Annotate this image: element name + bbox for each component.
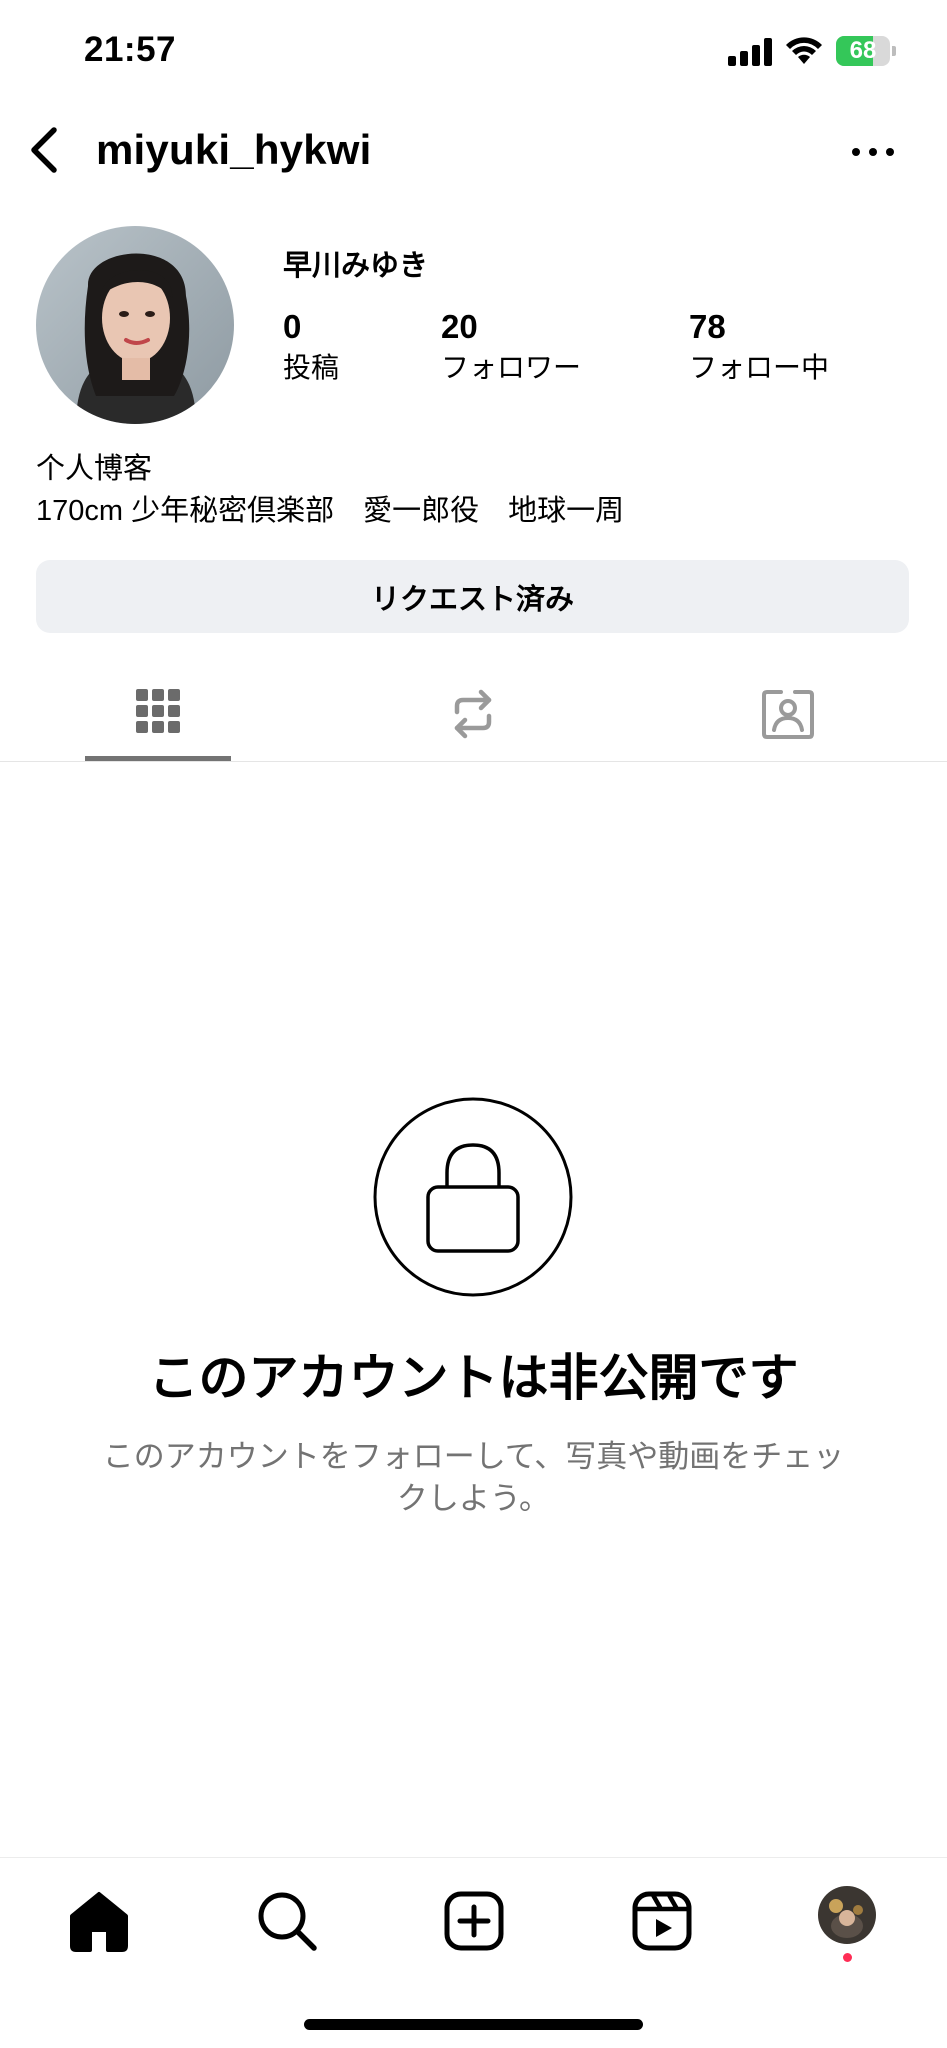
nav-reels[interactable] [627, 1886, 697, 1956]
back-button[interactable] [22, 124, 70, 176]
wifi-icon [786, 37, 822, 64]
more-horizontal-icon [852, 148, 894, 156]
more-options-button[interactable] [845, 132, 901, 172]
cellular-signal-icon [728, 38, 772, 66]
notification-dot [843, 1953, 852, 1962]
grid-icon [136, 689, 180, 733]
nav-profile-avatar[interactable] [818, 1886, 876, 1944]
reposts-icon [454, 689, 492, 739]
home-icon [70, 1892, 128, 1952]
following-stat[interactable]: 78 フォロー中 [689, 306, 829, 388]
tagged-user-icon [762, 690, 814, 739]
home-indicator [304, 2019, 643, 2030]
bio-line: 个人博客 [36, 453, 153, 485]
private-account-description: このアカウントをフォローして、写真や動画をチェッ クしよう。 [80, 1436, 867, 1520]
followers-label: フォロワー [441, 352, 582, 383]
posts-stat: 0 投稿 [283, 306, 339, 388]
battery-percentage: 68 [849, 37, 877, 64]
nav-home[interactable] [64, 1886, 134, 1956]
profile-header: miyuki_hykwi [0, 110, 947, 190]
chevron-left-icon [31, 127, 57, 173]
battery-icon: 68 [836, 36, 896, 66]
posts-label: 投稿 [283, 352, 340, 383]
profile-bio: 个人博客 170cm 少年秘密倶楽部 愛一郎役 地球一周 [36, 448, 624, 532]
active-tab-indicator [85, 756, 231, 761]
description-line: クしよう。 [396, 1481, 551, 1516]
description-line: このアカウントをフォローして、写真や動画をチェッ [102, 1439, 845, 1474]
tab-posts-grid[interactable] [68, 668, 248, 762]
following-label: フォロー中 [689, 352, 830, 383]
search-icon [258, 1892, 317, 1951]
bio-line: 170cm 少年秘密倶楽部 愛一郎役 地球一周 [36, 495, 625, 527]
profile-tabs [0, 668, 947, 762]
profile-avatar[interactable] [36, 226, 234, 424]
lock-icon [373, 1097, 573, 1297]
reels-icon [632, 1891, 692, 1951]
nav-search[interactable] [252, 1886, 322, 1956]
create-post-icon [444, 1891, 504, 1951]
tab-tagged[interactable] [698, 668, 878, 762]
username: miyuki_hykwi [96, 126, 372, 173]
follow-requested-button[interactable]: リクエスト済み [36, 560, 909, 633]
posts-count: 0 [283, 308, 302, 345]
tab-reposts[interactable] [383, 668, 563, 762]
nav-create[interactable] [439, 1886, 509, 1956]
followers-count: 20 [441, 308, 478, 345]
private-account-title: このアカウントは非公開です [148, 1350, 799, 1406]
followers-stat[interactable]: 20 フォロワー [441, 306, 581, 388]
status-bar: 21:57 68 [0, 0, 947, 100]
status-time: 21:57 [84, 30, 177, 69]
following-count: 78 [689, 308, 726, 345]
bottom-navigation [0, 1857, 947, 1977]
display-name: 早川みゆき [283, 250, 429, 282]
